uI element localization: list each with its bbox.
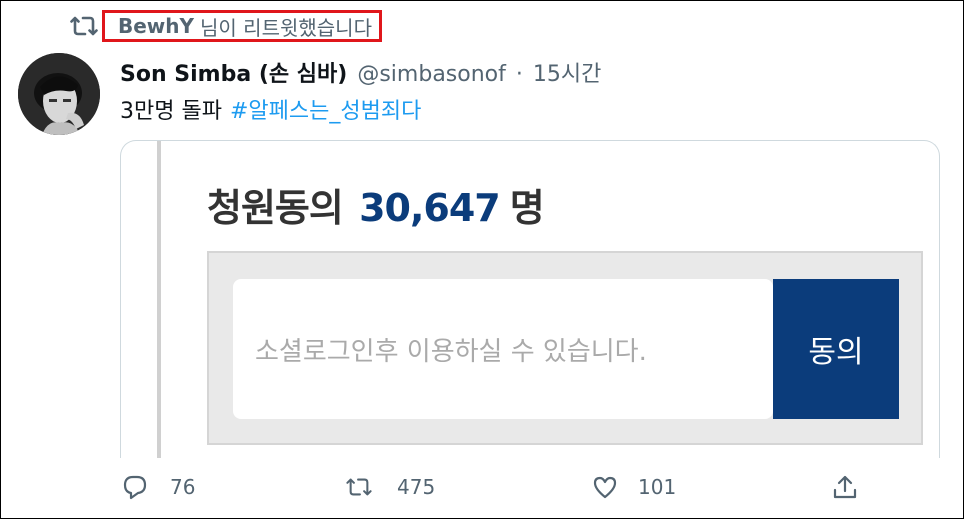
petition-form: 소셜로그인후 이용하실 수 있습니다. 동의 [207,251,923,445]
retweet-icon [66,11,102,41]
login-placeholder: 소셜로그인후 이용하실 수 있습니다. [255,336,647,367]
retweet-button[interactable]: 475 [346,474,435,500]
share-button[interactable] [832,474,858,500]
retweet-label: 님이 리트윗했습니다 [200,15,372,40]
avatar[interactable] [18,53,100,135]
author-name[interactable]: Son Simba (손 심바) [120,56,347,88]
tweet-actions: 76 475 101 [0,474,966,510]
separator-dot: · [515,62,523,87]
like-count: 101 [638,475,677,499]
tweet-body: 3만명 돌파 [120,99,222,124]
tweet-header: Son Simba (손 심바) @simbasonof · 15시간 [120,56,601,88]
retweet-highlight-box: BewhY 님이 리트윗했습니다 [102,10,382,42]
petition-title-prefix: 청원동의 [207,186,344,230]
petition-count: 30,647 [359,186,501,230]
petition-unit: 명 [509,186,545,230]
agree-label: 동의 [808,335,864,370]
share-icon [833,475,857,499]
like-icon [593,476,617,499]
retweet-context: BewhY 님이 리트윗했습니다 [66,8,382,44]
agree-button: 동의 [773,279,899,419]
petition-title: 청원동의 30,647 명 [207,177,545,232]
login-notice-field: 소셜로그인후 이용하실 수 있습니다. [233,279,773,419]
media-card[interactable]: 청원동의 30,647 명 소셜로그인후 이용하실 수 있습니다. 동의 [120,140,940,458]
retweet-icon [346,478,372,496]
retweet-count: 475 [397,475,436,499]
tweet-text: 3만명 돌파 #알페스는_성범죄다 [120,93,421,125]
timestamp[interactable]: 15시간 [533,56,601,88]
author-handle[interactable]: @simbasonof [357,62,506,87]
image-divider [157,141,161,458]
reply-count: 76 [170,475,196,499]
reply-button[interactable]: 76 [122,474,195,500]
hashtag-link[interactable]: #알페스는_성범죄다 [230,99,421,124]
reply-icon [123,475,147,500]
retweeter-name[interactable]: BewhY [118,14,194,38]
like-button[interactable]: 101 [592,474,676,500]
